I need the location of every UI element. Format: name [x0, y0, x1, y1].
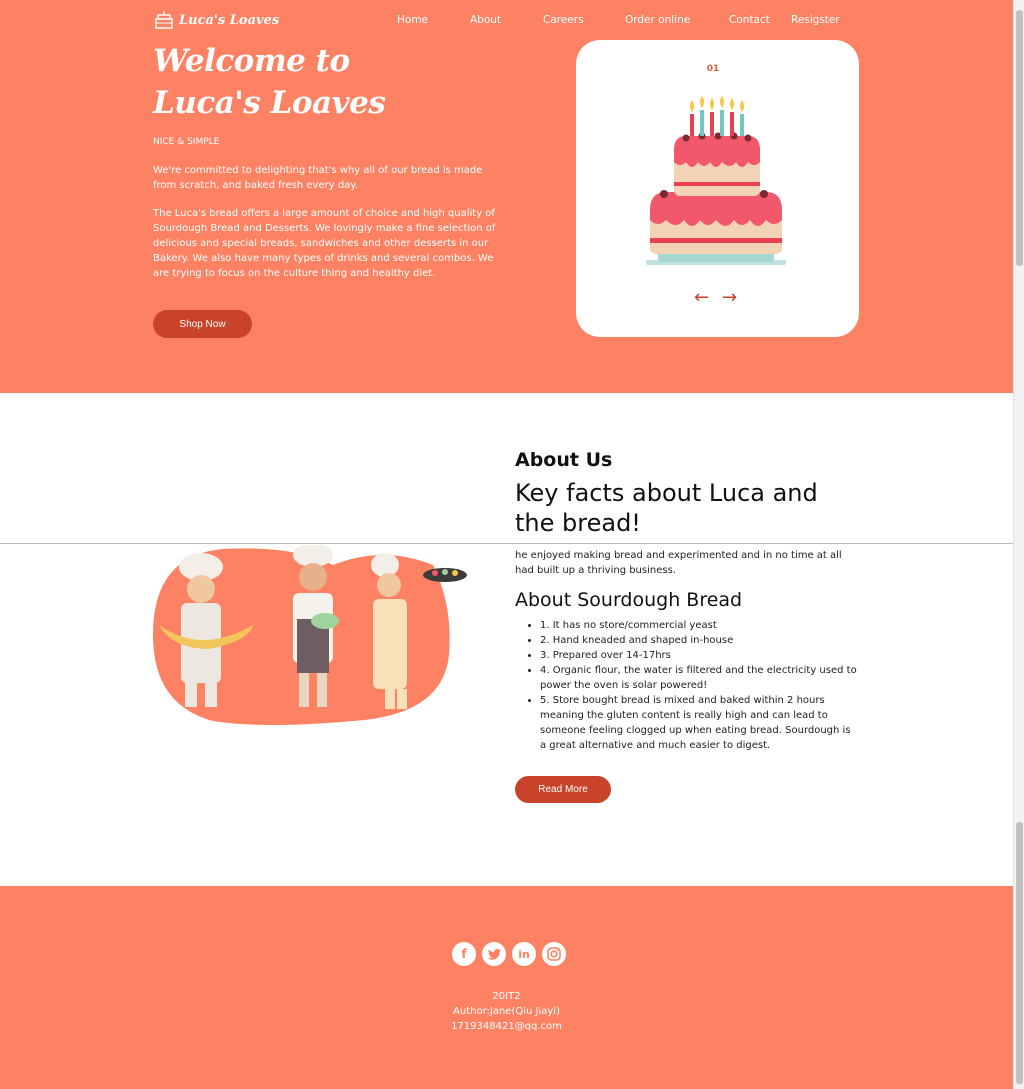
nav-order-online[interactable]: Order online: [625, 14, 690, 26]
nav-about[interactable]: About: [470, 14, 501, 26]
footer: f in 20IT2 Author:Jane(Qiu Jiayi) 171934…: [0, 886, 1013, 1089]
sourdough-heading: About Sourdough Bread: [515, 589, 743, 611]
prev-arrow-icon[interactable]: ←: [694, 289, 714, 307]
sourdough-facts-list: 1. It has no store/commercial yeast 2. H…: [528, 618, 858, 753]
cake-image: [646, 96, 786, 265]
hero-paragraph-1: We're committed to delighting that's why…: [153, 165, 483, 191]
chefs-illustration: [153, 545, 467, 725]
footer-email[interactable]: 1719348421@qq.com: [0, 1021, 1013, 1032]
nav-contact[interactable]: Contact: [729, 14, 770, 26]
read-more-button[interactable]: Read More: [515, 776, 611, 803]
section-divider: [0, 543, 1024, 544]
next-arrow-icon[interactable]: →: [722, 289, 742, 307]
about-heading: About Us: [515, 449, 613, 471]
shop-now-button[interactable]: Shop Now: [153, 310, 252, 338]
instagram-icon[interactable]: [542, 942, 566, 966]
footer-author: Author:Jane(Qiu Jiayi): [453, 1006, 560, 1017]
scrollbar-thumb[interactable]: [1016, 822, 1023, 1084]
slide-number: 01: [706, 64, 720, 74]
twitter-icon[interactable]: [482, 942, 506, 966]
hero-title: Welcome to Luca's Loaves: [153, 40, 386, 124]
list-item: 5. Store bought bread is mixed and baked…: [540, 693, 858, 753]
cake-carousel-card: 01 ← →: [576, 40, 859, 337]
nav-register[interactable]: Resigster: [791, 14, 840, 26]
footer-class-name: 20IT2: [492, 991, 521, 1002]
main-nav: Home About Careers Order online Contact …: [0, 14, 1013, 28]
list-item: 1. It has no store/commercial yeast: [540, 618, 858, 633]
nav-careers[interactable]: Careers: [543, 14, 584, 26]
nav-home[interactable]: Home: [397, 14, 428, 26]
hero-title-line1: Welcome to: [153, 43, 350, 79]
facebook-icon[interactable]: f: [452, 942, 476, 966]
about-body-text: he enjoyed making bread and experimented…: [515, 550, 842, 576]
scrollbar-thumb[interactable]: [1016, 10, 1023, 266]
about-subheading: Key facts about Luca and the bread!: [515, 479, 818, 537]
list-item: 4. Organic flour, the water is filtered …: [540, 663, 858, 693]
hero-section: Luca's Loaves Home About Careers Order o…: [0, 0, 1013, 393]
hero-title-line2: Luca's Loaves: [153, 85, 386, 121]
list-item: 2. Hand kneaded and shaped in-house: [540, 633, 858, 648]
hero-paragraph-2: The Luca's bread offers a large amount o…: [153, 208, 496, 279]
list-item: 3. Prepared over 14-17hrs: [540, 648, 858, 663]
linkedin-icon[interactable]: in: [512, 942, 536, 966]
hero-tagline: NICE & SIMPLE: [153, 137, 220, 147]
page-scrollbar[interactable]: [1013, 0, 1024, 1089]
social-links: f in: [452, 942, 566, 966]
